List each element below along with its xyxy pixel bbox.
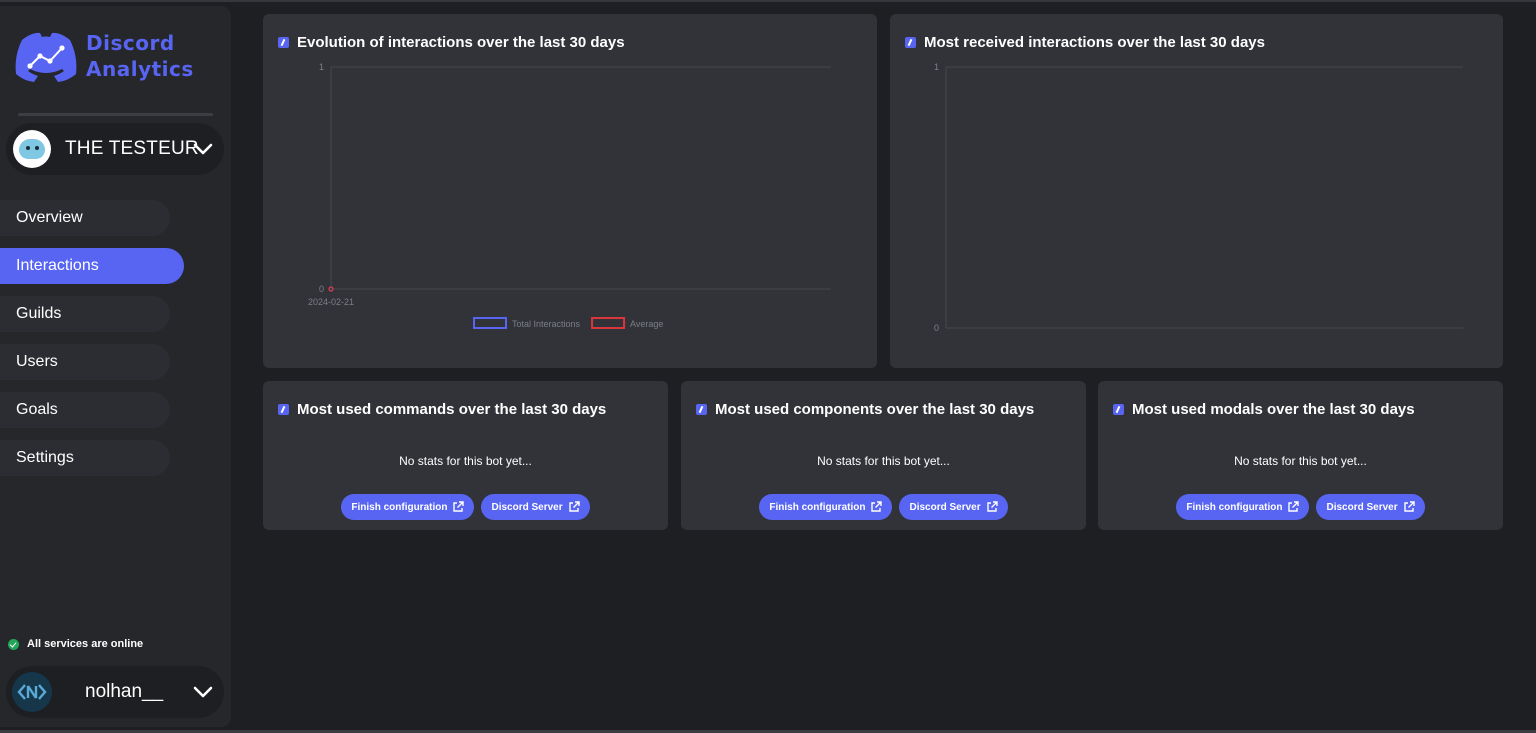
legend-label: Total Interactions	[512, 319, 581, 329]
discord-logo-icon	[15, 32, 77, 82]
discord-server-button[interactable]: Discord Server	[899, 494, 1008, 520]
empty-message: No stats for this bot yet...	[817, 454, 950, 468]
external-link-icon	[871, 501, 883, 512]
components-card: Most used components over the last 30 da…	[681, 381, 1086, 530]
chevron-down-icon[interactable]	[192, 681, 214, 703]
button-row: Finish configuration Discord Server	[263, 494, 668, 520]
discord-server-button[interactable]: Discord Server	[1316, 494, 1425, 520]
external-link-icon	[568, 501, 580, 512]
sidebar-item-users[interactable]: Users	[0, 344, 170, 380]
legend-swatch	[473, 317, 507, 329]
logo-line2: Analytics	[86, 57, 194, 81]
card-title: Most used modals over the last 30 days	[1113, 401, 1415, 418]
finish-configuration-button[interactable]: Finish configuration	[341, 494, 475, 520]
status-check-icon	[8, 638, 19, 650]
y-tick-label: 0	[934, 323, 939, 333]
evolution-line-chart: 0 1 2024-02-21 Total Interactions Average	[308, 62, 831, 329]
chevron-down-icon[interactable]	[192, 138, 214, 160]
card-title: Most used commands over the last 30 days	[278, 401, 606, 418]
legend-label: Average	[630, 319, 663, 329]
bot-selector[interactable]: THE TESTEUR	[6, 123, 224, 175]
logo-text: Discord Analytics	[86, 30, 194, 82]
y-tick-label: 1	[934, 62, 939, 72]
button-row: Finish configuration Discord Server	[1098, 494, 1503, 520]
service-status[interactable]: All services are online	[8, 638, 143, 650]
button-label: Finish configuration	[351, 501, 448, 513]
chart-checkbox-icon[interactable]	[1113, 404, 1124, 415]
external-link-icon	[1288, 501, 1300, 512]
commands-card: Most used commands over the last 30 days…	[263, 381, 668, 530]
sidebar: Discord Analytics THE TESTEUR Overview I…	[0, 6, 231, 727]
sidebar-item-settings[interactable]: Settings	[0, 440, 170, 476]
button-row: Finish configuration Discord Server	[681, 494, 1086, 520]
bot-name: THE TESTEUR	[65, 138, 199, 159]
chart-checkbox-icon[interactable]	[696, 404, 707, 415]
code-logo-icon	[17, 684, 47, 700]
sidebar-divider	[18, 113, 213, 116]
evolution-chart-card: Evolution of interactions over the last …	[263, 14, 877, 368]
empty-message: No stats for this bot yet...	[399, 454, 532, 468]
user-avatar	[12, 672, 52, 712]
external-link-icon	[1403, 501, 1415, 512]
status-text: All services are online	[27, 638, 144, 650]
bot-avatar	[13, 130, 51, 168]
card-title: Most used components over the last 30 da…	[696, 401, 1034, 418]
x-tick-label: 2024-02-21	[308, 297, 354, 307]
logo-line1: Discord	[86, 31, 175, 55]
legend-swatch	[591, 317, 626, 329]
button-label: Finish configuration	[769, 501, 866, 513]
button-label: Discord Server	[1326, 501, 1398, 513]
received-bar-chart: 01	[934, 62, 1463, 333]
sidebar-item-goals[interactable]: Goals	[0, 392, 170, 428]
y-tick-label: 0	[319, 284, 324, 294]
commands-title: Most used commands over the last 30 days	[297, 401, 607, 418]
button-label: Discord Server	[491, 501, 563, 513]
sidebar-item-overview[interactable]: Overview	[0, 200, 170, 236]
button-label: Discord Server	[909, 501, 981, 513]
modals-title: Most used modals over the last 30 days	[1132, 401, 1415, 418]
empty-message: No stats for this bot yet...	[1234, 454, 1367, 468]
components-title: Most used components over the last 30 da…	[715, 401, 1035, 418]
button-label: Finish configuration	[1186, 501, 1283, 513]
chart-checkbox-icon[interactable]	[278, 404, 289, 415]
external-link-icon	[453, 501, 465, 512]
app-logo[interactable]: Discord Analytics	[12, 28, 194, 84]
top-border	[0, 0, 1536, 2]
user-name: nolhan__	[85, 681, 164, 702]
sidebar-item-interactions[interactable]: Interactions	[0, 248, 184, 284]
finish-configuration-button[interactable]: Finish configuration	[759, 494, 893, 520]
finish-configuration-button[interactable]: Finish configuration	[1176, 494, 1310, 520]
y-tick-label: 1	[319, 62, 324, 72]
received-chart-card: Most received interactions over the last…	[890, 14, 1503, 368]
discord-server-button[interactable]: Discord Server	[481, 494, 590, 520]
sidebar-item-guilds[interactable]: Guilds	[0, 296, 170, 332]
external-link-icon	[986, 501, 998, 512]
user-selector[interactable]: nolhan__	[6, 666, 224, 718]
modals-card: Most used modals over the last 30 days N…	[1098, 381, 1503, 530]
